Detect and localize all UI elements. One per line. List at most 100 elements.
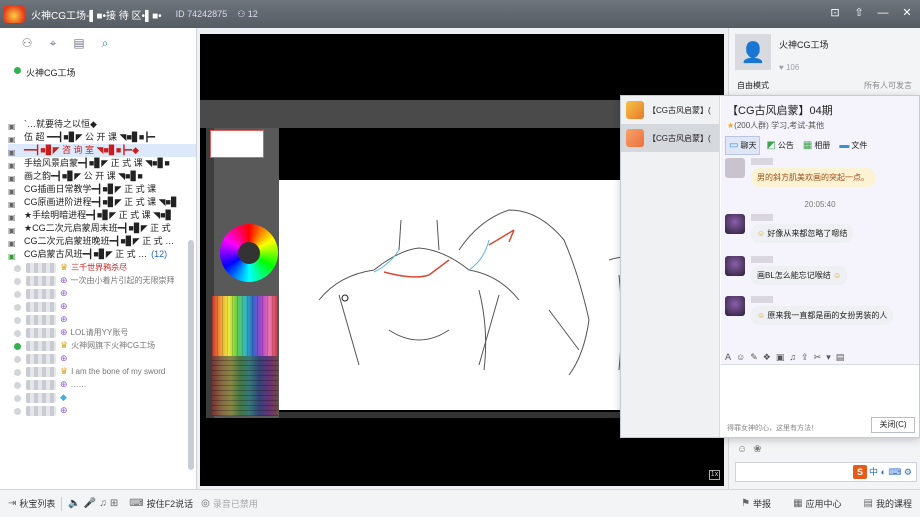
more-icon[interactable]: ▾ [826, 352, 831, 363]
my-courses-button[interactable]: ▤ 我的课程 [864, 497, 912, 510]
mic-icon[interactable]: 🎤 [84, 498, 96, 509]
close-chat-button[interactable]: 关闭(C) [871, 417, 915, 433]
channel-item[interactable]: ▣ CG启蒙古风班━┫■▊◤ 正 式 … (12) [8, 248, 196, 261]
conversation-item-selected[interactable]: 【CG古风启蒙】( [621, 124, 719, 152]
settings-icon[interactable]: ⊞ [110, 498, 118, 509]
user-item[interactable]: ◆ [0, 391, 196, 404]
close-button[interactable]: ✕ [898, 4, 916, 22]
history-icon[interactable]: ▤ [836, 352, 845, 363]
user-item[interactable]: ♛ I am the bone of my sword [0, 365, 196, 378]
sogou-icon[interactable]: S [853, 465, 867, 479]
user-badge-icon: ⊕ [60, 405, 68, 415]
upload-icon[interactable]: ⇪ [801, 352, 809, 363]
app-center-label: 应用中心 [805, 499, 842, 509]
fullscreen-icon[interactable]: 1x [709, 470, 720, 480]
user-badge-icon: ⊕ [60, 353, 68, 363]
bottom-bar: ⇥ 秋宝列表 🔈 🎤 ♫ ⊞ ⌨ 按住F2说话 ◎ 录音已禁用 ⚑ 举报 ▦ 应用中心 ▤… [0, 489, 920, 517]
online-count: ⚇ 12 [237, 9, 258, 20]
user-item[interactable]: ♛ 火神网旗下火神CG工场 [0, 339, 196, 352]
avatar[interactable] [725, 256, 745, 276]
avatar[interactable] [725, 296, 745, 316]
message-list: 男的斜方肌美欢画的突起一点。 20:05:40 ☺ 好像从来都忽略了嗯结 画BL [721, 154, 919, 344]
people-icon[interactable]: ⚇ [20, 36, 34, 50]
tab-album[interactable]: ▦ 相册 [800, 136, 833, 155]
user-item[interactable]: ⊕ LOL请用YY账号 [0, 326, 196, 339]
user-item[interactable]: ⊕ [0, 287, 196, 300]
ime-options-icon[interactable]: 中 ◐ ⌨ ⚙ [869, 465, 912, 479]
report-button[interactable]: ⚑ 举报 [741, 497, 771, 510]
recording-button[interactable]: ◎ 录音已禁用 [201, 497, 258, 510]
message-bubble: ☺ 好像从来都忽略了嗯结 [751, 224, 854, 243]
image-icon[interactable]: ▣ [776, 352, 785, 363]
user-signature: 一次由小着片引起的无限崇拜 [70, 276, 175, 285]
root-channel-label: 火神CG工场 [26, 68, 76, 78]
tab-notice[interactable]: ◩ 公告 [763, 136, 796, 155]
conversation-item[interactable]: 【CG古风启蒙】( [621, 96, 719, 124]
channel-item[interactable]: ▣ 手绘风景启蒙━┫■▊◤ 正 式 课 ◥■▊■ [8, 157, 196, 170]
minimize-button[interactable]: — [874, 4, 892, 22]
channel-item[interactable]: ▣ `…就要待之以恒◆ [8, 118, 196, 131]
channel-label: CG原画进阶进程━┫■▊◤ 正 式 课 ◥■▊ [24, 197, 178, 207]
conversation-label: 【CG古风启蒙】( [648, 133, 711, 143]
host-avatar[interactable]: 👤 [735, 34, 771, 70]
app-window: 火神CG工场-▌■•接 待 区•▌■• ID 74242875 ⚇ 12 ⊡ ⇧… [0, 0, 920, 517]
channel-item[interactable]: ▣ ━━┫■▊◤ 咨 询 室 ◥■▊■┣━◆ [8, 144, 196, 157]
app-center-button[interactable]: ▦ 应用中心 [793, 497, 841, 510]
user-item[interactable]: ⊕ 一次由小着片引起的无限崇拜 [0, 274, 196, 287]
font-icon[interactable]: A [725, 352, 731, 363]
search-icon[interactable]: ⌕ [98, 36, 112, 50]
channel-item[interactable]: ▣ ★手绘明暗进程━┫■▊◤ 正 式 课 ◥■▊ [8, 209, 196, 222]
status-dot-icon [14, 277, 21, 285]
avatar[interactable] [725, 158, 745, 178]
message-row: ☺ 好像从来都忽略了嗯结 [725, 214, 854, 243]
message-input[interactable]: 得罪女神的心，这里有方法！ 关闭(C) [721, 364, 919, 437]
user-item[interactable]: ⊕ [0, 404, 196, 417]
laugh-emoji-icon: ☺ [757, 311, 766, 320]
channel-item[interactable]: ▣ ★CG二次元启蒙周末班━┫■▊◤ 正 式 [8, 222, 196, 235]
channel-item[interactable]: ▣ CG二次元启蒙班晚班━┫■▊◤ 正 式 … [8, 235, 196, 248]
user-item[interactable]: ⊕…… [0, 378, 196, 391]
scrollbar[interactable] [188, 240, 194, 470]
scissors-icon[interactable]: ✂ [814, 352, 822, 363]
avatar[interactable] [725, 214, 745, 234]
channel-item[interactable]: ▣ CG插画日常教学━┫■▊◤ 正 式 课 [8, 183, 196, 196]
channel-chat-input[interactable]: S 中 ◐ ⌨ ⚙ [735, 462, 917, 482]
channel-title: 火神CG工场-▌■•接 待 区•▌■• [31, 10, 162, 22]
push-to-talk-button[interactable]: ⌨ 按住F2说话 [129, 497, 193, 510]
tab-chat[interactable]: ▭ 聊天 [725, 136, 761, 155]
status-dot-icon [14, 355, 21, 363]
channel-item[interactable]: ▣ CG原画进阶进程━┫■▊◤ 正 式 课 ◥■▊ [8, 196, 196, 209]
root-channel[interactable]: 火神CG工场 [0, 58, 196, 118]
user-item[interactable]: ⊕ [0, 352, 196, 365]
speaker-icon[interactable]: 🔈 [68, 498, 80, 509]
tab-files[interactable]: ▬ 文件 [836, 136, 870, 155]
channel-item[interactable]: ▣ 画之韵━┫■▊◤ 公 开 课 ◥■▊■ [8, 170, 196, 183]
report-label: 举报 [753, 499, 772, 509]
message-text: 好像从来都忽略了嗯结 [767, 229, 848, 238]
restore-button[interactable]: ⊡ [826, 4, 844, 22]
user-item[interactable]: ♛ 三千世界鸦杀尽 [0, 261, 196, 274]
user-badge-icon: ◆ [60, 392, 67, 402]
app-logo-icon [3, 5, 25, 23]
magic-icon[interactable]: ✎ [750, 352, 758, 363]
user-item[interactable]: ⊕ [0, 300, 196, 313]
reception-list-button[interactable]: ⇥ 秋宝列表 [8, 497, 55, 510]
shake-icon[interactable]: ❖ [763, 352, 771, 363]
notes-icon[interactable]: ▤ [72, 36, 86, 50]
location-icon[interactable]: ⌖ [46, 36, 60, 50]
sender-name [751, 256, 773, 263]
avatar [26, 301, 56, 312]
music-icon[interactable]: ♫ [99, 498, 107, 509]
title-bar: 火神CG工场-▌■•接 待 区•▌■• ID 74242875 ⚇ 12 ⊡ ⇧… [0, 0, 920, 28]
user-badge-icon: ⊕ [60, 288, 68, 298]
message-row: 画BL怎么能忘记喉结 ☺ [725, 256, 848, 285]
likes[interactable]: ♥ 106 [779, 63, 829, 72]
skin-button[interactable]: ⇧ [850, 4, 868, 22]
tab-notice-label: 公告 [777, 141, 794, 150]
music-icon[interactable]: ♫ [789, 352, 796, 363]
user-item[interactable]: ⊕ [0, 313, 196, 326]
emoji-icon[interactable]: ☺ [737, 444, 747, 455]
emoji-icon[interactable]: ☺ [736, 352, 745, 363]
gift-icon[interactable]: ❀ [753, 444, 761, 455]
channel-item[interactable]: ▣ 伍 超 ━━┫■▊◤ 公 开 课 ◥■▊■┣━ [8, 131, 196, 144]
